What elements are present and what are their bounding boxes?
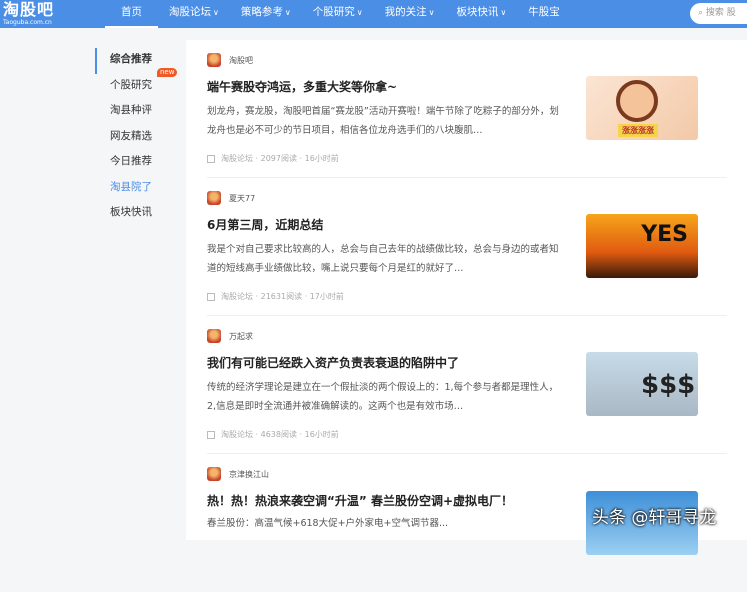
- nav-following[interactable]: 我的关注 ∨: [374, 0, 446, 28]
- article-summary: 传统的经济学理论是建立在一个假扯淡的两个假设上的：1,每个参与者都是理性人，2,…: [207, 382, 559, 412]
- sidebar-item-label: 淘县院了: [110, 180, 152, 193]
- article-meta: 淘股论坛 · 2097阅读 · 16小时前: [207, 153, 339, 164]
- cartoon-face: [616, 80, 658, 122]
- sidebar-item-picks[interactable]: 网友精选: [95, 125, 185, 151]
- nav-niugubao[interactable]: 牛股宝: [517, 0, 571, 28]
- avatar: [207, 191, 221, 205]
- new-badge: new: [157, 67, 178, 77]
- sidebar-item-label: 板块快讯: [110, 206, 152, 218]
- article-title[interactable]: 我们有可能已经跌入资产负责表衰退的陷阱中了: [207, 354, 459, 371]
- chevron-down-icon: ∨: [356, 8, 363, 17]
- nav-stock-research[interactable]: 个股研究 ∨: [302, 0, 374, 28]
- author[interactable]: 淘股吧: [207, 53, 253, 67]
- nav-label: 首页: [121, 6, 142, 18]
- logo-text: 淘股吧: [3, 0, 55, 19]
- search-icon: ⌕: [698, 8, 704, 18]
- sidebar-item-label: 今日推荐: [110, 155, 152, 167]
- nav-label: 我的关注: [384, 6, 427, 18]
- article-meta: 淘股论坛 · 21631阅读 · 17小时前: [207, 291, 344, 302]
- article-title[interactable]: 6月第三周，近期总结: [207, 216, 323, 233]
- logo-subtext: Taoguba.com.cn: [3, 19, 52, 26]
- article-thumbnail[interactable]: $$$: [586, 352, 698, 416]
- author[interactable]: 夏天77: [207, 191, 255, 205]
- thumb-text: $$$: [641, 370, 696, 400]
- forum-icon: [207, 154, 215, 163]
- nav-label: 淘股论坛: [169, 6, 211, 18]
- article-card[interactable]: 淘股吧 端午赛股夺鸿运，多重大奖等你拿~ 划龙舟，赛龙股，淘股吧首届“赛龙股”活…: [207, 40, 727, 178]
- thumb-text: 涨涨涨涨: [618, 124, 658, 137]
- author-name: 万起求: [229, 331, 253, 341]
- chevron-down-icon: ∨: [500, 8, 507, 17]
- chevron-down-icon: ∨: [284, 8, 291, 17]
- forum-icon: [207, 430, 215, 439]
- article-feed: 淘股吧 端午赛股夺鸿运，多重大奖等你拿~ 划龙舟，赛龙股，淘股吧首届“赛龙股”活…: [186, 40, 747, 555]
- sidebar-item-label: 个股研究: [110, 78, 152, 91]
- article-card[interactable]: 万起求 我们有可能已经跌入资产负责表衰退的陷阱中了 传统的经济学理论是建立在一个…: [207, 316, 727, 454]
- author-name: 淘股吧: [229, 55, 253, 65]
- meta-text: 淘股论坛 · 21631阅读 · 17小时前: [221, 292, 344, 301]
- sidebar-item-2[interactable]: 淘县种评: [95, 99, 185, 125]
- nav-label: 个股研究: [312, 6, 355, 18]
- top-nav-bar: 淘股吧 Taoguba.com.cn 首页 淘股论坛 ∨ 策略参考 ∨ 个股研究 ∨ …: [0, 0, 747, 28]
- article-card[interactable]: 夏天77 6月第三周，近期总结 我是个对自己要求比较高的人，总会与自己去年的战绩…: [207, 178, 727, 316]
- watermark: 头条 @轩哥寻龙: [592, 508, 717, 528]
- avatar: [207, 467, 221, 481]
- nav-label: 策略参考: [240, 6, 283, 18]
- article-summary: 春兰股份：高温气候+618大促+户外家电+空气调节器...: [207, 518, 449, 529]
- sidebar-item-label: 网友精选: [110, 129, 152, 142]
- nav-home[interactable]: 首页: [105, 0, 158, 28]
- nav-forum[interactable]: 淘股论坛 ∨: [158, 0, 230, 28]
- article-summary: 划龙舟，赛龙股，淘股吧首届“赛龙股”活动开赛啦！端午节除了吃粽子的部分外，划龙舟…: [207, 106, 559, 136]
- search-input[interactable]: ⌕ 搜索 股: [690, 3, 747, 24]
- chevron-down-icon: ∨: [213, 8, 219, 17]
- author-name: 夏天77: [229, 193, 256, 203]
- logo[interactable]: 淘股吧 Taoguba.com.cn: [3, 0, 55, 27]
- article-summary: 我是个对自己要求比较高的人，总会与自己去年的战绩做比较，总会与身边的或者知道的短…: [207, 244, 559, 274]
- sidebar: 综合推荐 个股研究 new 淘县种评 网友精选 今日推荐 淘县院了 板块快讯: [95, 48, 185, 227]
- article-title[interactable]: 热！热！热浪来袭空调“升温” 春兰股份空调+虚拟电厂！: [207, 492, 513, 509]
- sidebar-item-stock-research[interactable]: 个股研究 new: [95, 67, 185, 100]
- search-placeholder: 搜索 股: [705, 8, 736, 18]
- forum-icon: [207, 292, 215, 301]
- sidebar-item-sector-news[interactable]: 板块快讯: [95, 201, 185, 227]
- author[interactable]: 京津换江山: [207, 467, 269, 481]
- avatar: [207, 329, 221, 343]
- sidebar-item-5[interactable]: 淘县院了: [95, 176, 185, 202]
- sidebar-item-today[interactable]: 今日推荐: [95, 150, 185, 176]
- author-name: 京津换江山: [229, 469, 269, 479]
- avatar: [207, 53, 221, 67]
- nav-label: 牛股宝: [528, 6, 560, 18]
- meta-text: 淘股论坛 · 4638阅读 · 16小时前: [221, 430, 339, 439]
- article-title[interactable]: 端午赛股夺鸿运，多重大奖等你拿~: [207, 78, 397, 95]
- meta-text: 淘股论坛 · 2097阅读 · 16小时前: [221, 154, 339, 163]
- thumb-text: YES: [641, 222, 688, 247]
- author[interactable]: 万起求: [207, 329, 253, 343]
- chevron-down-icon: ∨: [428, 8, 435, 17]
- nav-sector-news[interactable]: 板块快讯 ∨: [445, 0, 517, 28]
- nav-label: 板块快讯: [456, 6, 499, 18]
- main-nav: 首页 淘股论坛 ∨ 策略参考 ∨ 个股研究 ∨ 我的关注 ∨ 板块快讯 ∨ 牛股宝: [105, 0, 571, 28]
- article-thumbnail[interactable]: 涨涨涨涨: [586, 76, 698, 140]
- article-meta: 淘股论坛 · 4638阅读 · 16小时前: [207, 429, 339, 440]
- nav-strategy[interactable]: 策略参考 ∨: [230, 0, 302, 28]
- sidebar-item-label: 综合推荐: [110, 53, 152, 65]
- sidebar-item-label: 淘县种评: [110, 104, 152, 116]
- article-thumbnail[interactable]: YES: [586, 214, 698, 278]
